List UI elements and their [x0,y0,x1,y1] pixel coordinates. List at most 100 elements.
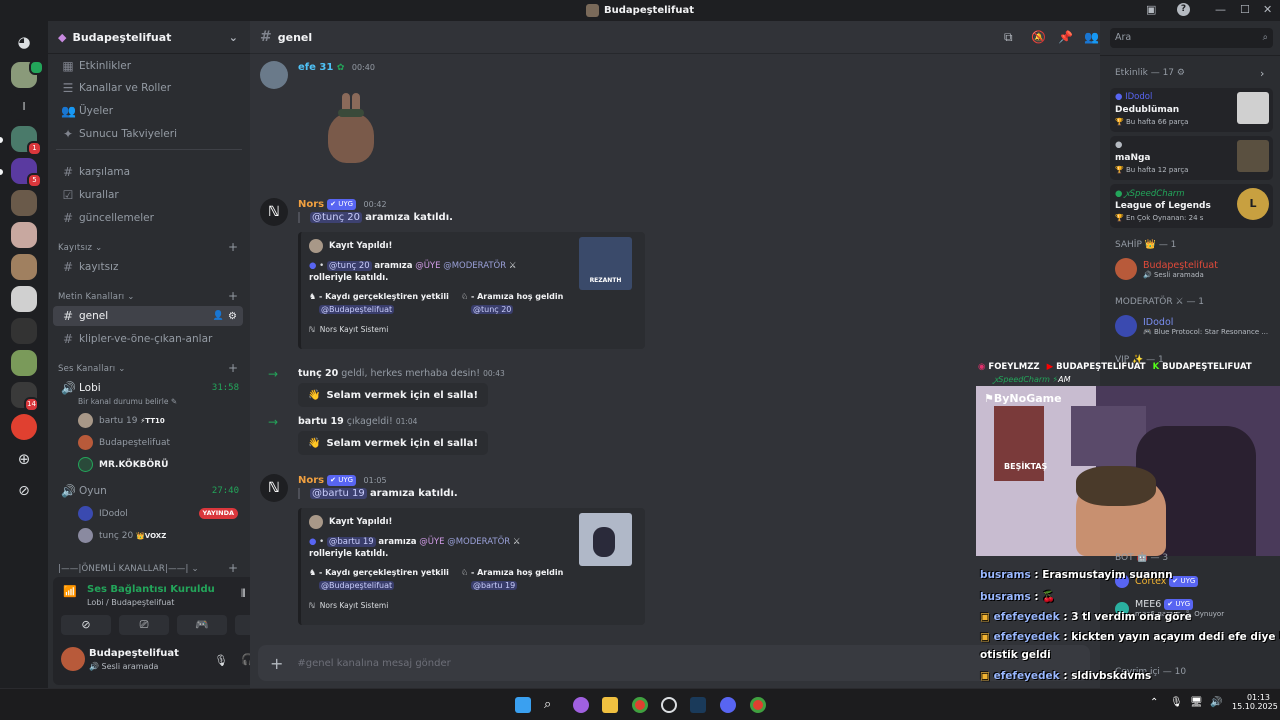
add-channel-icon[interactable]: + [228,289,238,303]
maximize-icon[interactable]: ☐ [1240,3,1250,16]
app-icon[interactable] [661,697,677,713]
soundboard-wave-icon[interactable]: ⫴ [241,587,246,601]
author-name[interactable]: efe 31 [298,62,333,73]
tray-chevron-icon[interactable]: ⌃ [1150,697,1158,708]
channels-roles-item[interactable]: ☰ Kanallar ve Roller [53,78,243,98]
channel-status[interactable]: Bir kanal durumu belirle ✎ [78,397,177,406]
activity-card[interactable]: ● ꭙSpeedCharm League of Legends 🏆 En Çok… [1110,184,1273,228]
channel-kayitsiz[interactable]: # kayıtsız [53,257,243,277]
category-ses[interactable]: Ses Kanalları ⌄ [58,364,126,374]
bot-avatar[interactable]: ℕ [260,198,288,226]
close-icon[interactable]: ✕ [1263,3,1272,16]
activity-card[interactable]: ● maNga 🏆 Bu hafta 12 parça [1110,136,1273,180]
member-row[interactable]: IDodol 🎮 Blue Protocol: Star Resonance ..… [1115,315,1268,337]
members-item[interactable]: 👥 Üyeler [53,101,243,121]
discover-icon[interactable]: ⊘ [11,478,37,504]
avatar [1115,258,1137,280]
server-icon-6[interactable] [11,222,37,248]
category-kayitsiz[interactable]: Kayıtsız ⌄ [58,243,102,253]
notifications-off-icon[interactable]: 🔕 [1031,30,1046,44]
camera-off-button[interactable]: ⊘ [61,615,111,635]
attach-plus-icon[interactable]: + [270,654,283,673]
screen-share-button[interactable]: ⎚ [119,615,169,635]
author-name[interactable]: Nors [298,475,324,486]
album-art [1237,140,1269,172]
pin-icon[interactable]: 📌 [1058,30,1073,44]
wave-button[interactable]: 👋 Selam vermek için el salla! [298,383,489,407]
avatar[interactable] [260,61,288,89]
microphone-icon[interactable]: 🎙 [214,654,228,667]
threads-icon[interactable]: ⧉ [1004,30,1013,45]
voice-user[interactable]: tunç 20 👑VOXZ [78,528,166,543]
discord-taskbar-icon[interactable] [720,697,736,713]
add-channel-icon[interactable]: + [228,240,238,254]
user-mention[interactable]: @bartu 19 [310,488,367,499]
steam-icon[interactable] [690,697,706,713]
user-mention[interactable]: @tunç 20 [310,212,362,223]
activity-header[interactable]: Etkinlik — 17 ⚙ [1115,68,1185,78]
message-input[interactable]: #genel kanalına mesaj gönder [297,658,450,669]
activity-card[interactable]: ● IDodol Dedublüman 🏆 Bu hafta 66 parça [1110,88,1273,132]
network-icon[interactable]: 🖥 [1190,697,1203,708]
channel-karsilama[interactable]: # karşılama [53,162,243,182]
category-metin[interactable]: Metin Kanalları ⌄ [58,292,135,302]
server-icon-7[interactable] [11,254,37,280]
discord-home-icon[interactable]: ◕ [11,29,37,55]
volume-icon[interactable]: 🔊 [1210,697,1222,708]
server-icon-8[interactable] [11,286,37,312]
wave-button[interactable]: 👋 Selam vermek için el salla! [298,431,489,455]
embed-field-2: ♘ - Aramıza hoş geldin @bartu 19 [461,568,564,590]
member-row[interactable]: Budapeştelifuat 🔊 Sesli aramada [1115,258,1218,280]
user-avatar[interactable] [61,647,85,671]
channel-guncellemeler[interactable]: # güncellemeler [53,208,243,228]
help-icon[interactable]: ? [1177,3,1190,16]
activities-button[interactable]: 🎮 [177,615,227,635]
add-server-icon[interactable]: ⊕ [11,446,37,472]
inbox-icon[interactable]: ▣ [1146,3,1156,16]
server-icon-10[interactable] [11,350,37,376]
server-icon-5[interactable] [11,190,37,216]
member-list-icon[interactable]: 👥 [1084,30,1099,44]
voice-channel-lobi[interactable]: 🔊 Lobi 31:58 [53,378,243,398]
mic-tray-icon[interactable]: 🎙 [1170,697,1183,708]
avatar [78,435,93,450]
embed-thumbnail[interactable]: REZANTH [579,237,632,290]
clock[interactable]: 01:13 15.10.2025 [1232,693,1278,711]
server-icon-9[interactable] [11,318,37,344]
chrome-icon[interactable] [632,697,648,713]
copilot-icon[interactable] [573,697,589,713]
album-art [1237,92,1269,124]
invite-icon[interactable]: 👤 [213,311,224,321]
channel-kurallar[interactable]: ☑ kurallar [53,185,243,205]
sticker-image[interactable] [320,91,380,169]
voice-user[interactable]: bartu 19 ⚡TT10 [78,413,165,428]
start-icon[interactable] [515,697,531,713]
bot-avatar[interactable]: ℕ [260,474,288,502]
embed-description: ● • @tunç 20 aramıza @ÜYE @MODERATÖR ⚔ r… [309,261,517,283]
voice-channel-oyun[interactable]: 🔊 Oyun 27:40 [53,481,243,501]
file-explorer-icon[interactable] [602,697,618,713]
search-icon[interactable]: ⌕ [544,697,560,713]
settings-icon[interactable]: ⚙ [228,311,237,322]
server-name: Budapeştelifuat [72,30,172,44]
chevron-right-icon[interactable]: › [1260,67,1264,80]
boosts-item[interactable]: ✦ Sunucu Takviyeleri [53,124,243,144]
minimize-icon[interactable]: — [1215,3,1226,16]
author-name[interactable]: Nors [298,199,324,210]
stream-chat-line: busrams : Erasmustayim suannn [980,569,1173,581]
voice-user[interactable]: IDodol YAYINDA [78,506,238,521]
channel-genel[interactable]: # genel ⚙ 👤 [53,306,243,326]
search-input[interactable]: Ara ⌕ [1110,28,1273,48]
server-icon-12[interactable] [11,414,37,440]
events-item[interactable]: ▦ Etkinlikler [53,56,243,76]
add-channel-icon[interactable]: + [228,561,238,575]
channel-klipler[interactable]: # klipler-ve-öne-çıkan-anlar [53,329,243,349]
embed-thumbnail[interactable] [579,513,632,566]
voice-user[interactable]: Budapeştelifuat [78,435,170,450]
category-onemli[interactable]: |——|ÖNEMLİ KANALLAR|——| ⌄ [58,564,199,574]
chrome-icon[interactable] [750,697,766,713]
add-channel-icon[interactable]: + [228,361,238,375]
server-icon-l[interactable]: l [11,94,37,120]
voice-user[interactable]: MR.KÖKBÖRÜ [78,457,168,472]
server-header[interactable]: ◆ Budapeştelifuat ⌄ [48,21,250,54]
